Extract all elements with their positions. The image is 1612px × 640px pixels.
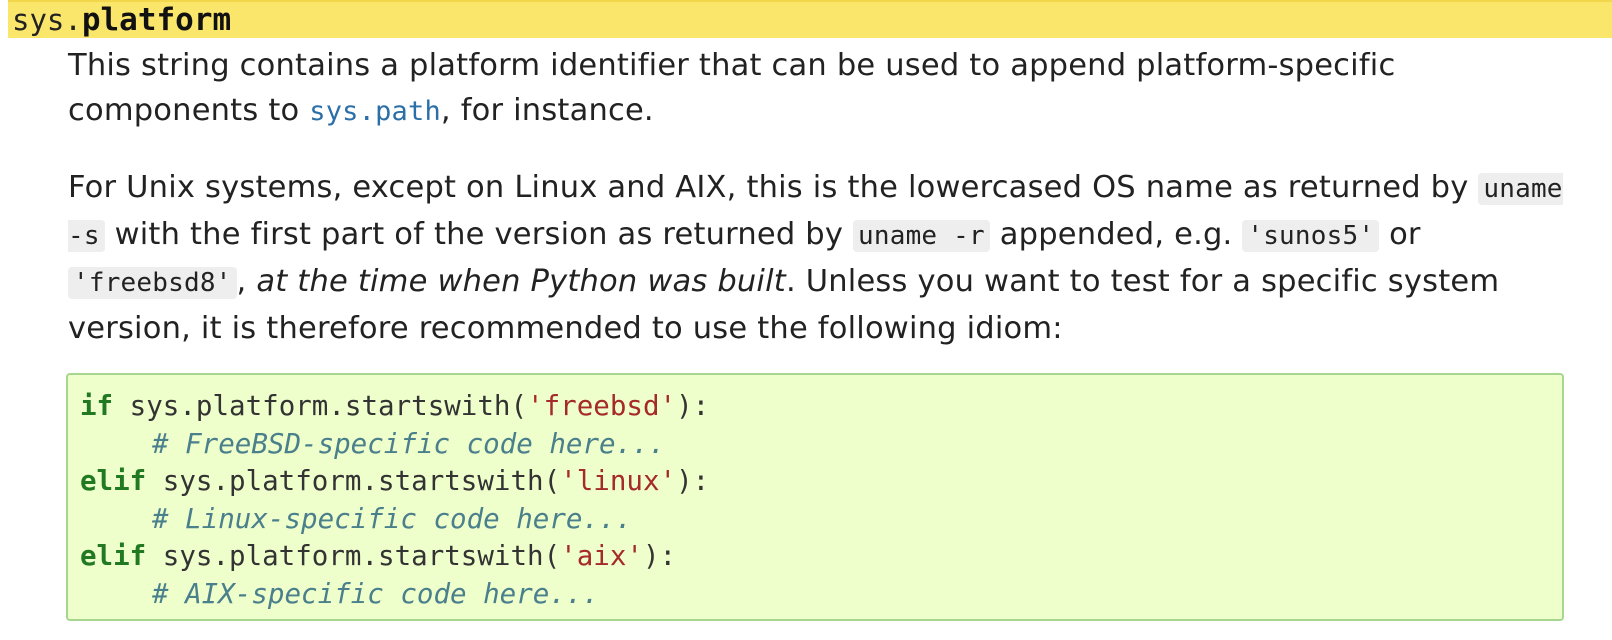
code-keyword: elif [80,465,147,498]
attribute-signature: sys.platform [8,0,1612,38]
code-line: if sys.platform.startswith('freebsd'): [80,388,1562,426]
code-example-block[interactable]: if sys.platform.startswith('freebsd'): # … [66,373,1564,621]
code-line: elif sys.platform.startswith('linux'): [80,463,1562,501]
emphasis-text: at the time when Python was built [256,264,786,299]
code-expression: sys.platform.startswith( [146,465,561,498]
code-expression: sys.platform.startswith( [113,390,528,422]
sys-path-link[interactable]: sys.path [309,96,441,127]
signature-attribute-name: platform [81,2,232,38]
code-expression: sys.platform.startswith( [146,540,561,573]
paragraph-text: For Unix systems, except on Linux and AI… [68,170,1479,205]
code-punctuation: ): [676,390,710,422]
signature-module-prefix: sys. [12,3,82,37]
code-line: # Linux-specific code here... [80,501,1562,539]
code-string: 'freebsd' [527,390,677,422]
code-line: # FreeBSD-specific code here... [80,426,1562,464]
code-comment: # FreeBSD-specific code here... [152,427,666,460]
paragraph-text: , [236,264,257,299]
paragraph-text: This string contains a platform identifi… [68,48,1396,128]
paragraph-text: or [1379,217,1421,252]
inline-code-freebsd8: 'freebsd8' [68,267,237,299]
paragraph-text: , for instance. [440,93,654,128]
paragraph-text: appended, e.g. [989,217,1243,252]
inline-code-sunos5: 'sunos5' [1242,220,1380,252]
paragraph-text: with the first part of the version as re… [104,217,854,252]
code-line: elif sys.platform.startswith('aix'): [80,538,1562,576]
code-punctuation: ): [676,465,710,498]
code-keyword: if [80,390,114,422]
code-comment: # AIX-specific code here... [152,577,600,610]
description-paragraph-2: For Unix systems, except on Linux and AI… [68,165,1588,351]
code-keyword: elif [80,540,147,573]
attribute-description: This string contains a platform identifi… [68,43,1588,351]
code-string: 'linux' [560,465,677,498]
description-paragraph-1: This string contains a platform identifi… [68,43,1588,134]
code-line: # AIX-specific code here... [80,576,1562,614]
code-comment: # Linux-specific code here... [152,502,633,535]
code-string: 'aix' [560,540,643,573]
inline-code-uname-r: uname -r [853,220,990,252]
code-punctuation: ): [642,540,677,573]
